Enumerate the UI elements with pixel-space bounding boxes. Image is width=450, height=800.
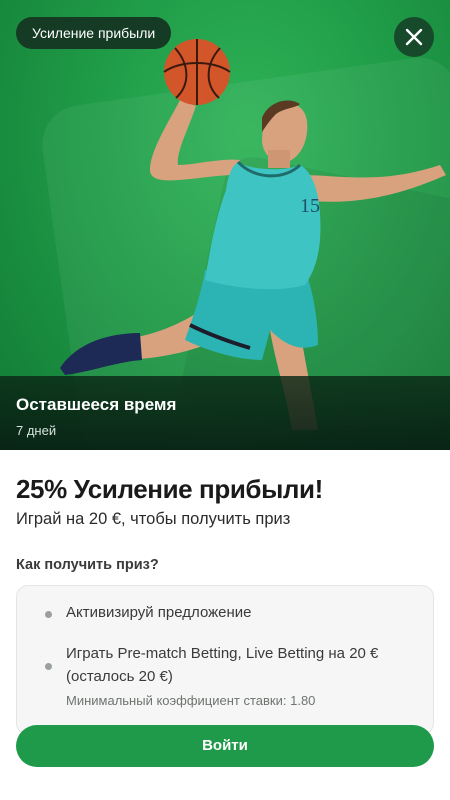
- hero-banner: 15 Усиление прибыли Оставшееся время 7 д…: [0, 0, 450, 450]
- close-button[interactable]: [394, 17, 434, 57]
- promo-subline: Играй на 20 €, чтобы получить приз: [16, 510, 291, 528]
- promo-headline: 25% Усиление прибыли!: [16, 474, 323, 504]
- login-button[interactable]: Войти: [16, 725, 434, 767]
- bullet-icon: [45, 611, 52, 618]
- step-text: Играть Pre-match Betting, Live Betting н…: [66, 645, 379, 662]
- close-icon: [405, 28, 423, 46]
- remaining-time-value: 7 дней: [16, 423, 57, 438]
- remaining-time-panel: Оставшееся время 7 дней: [0, 376, 450, 450]
- bullet-icon: [45, 663, 52, 670]
- jersey-number: 15: [300, 195, 320, 217]
- remaining-time-title: Оставшееся время: [16, 395, 177, 414]
- step-note: Минимальный коэффициент ставки: 1.80: [66, 693, 316, 708]
- steps-card: Активизируй предложение Играть Pre-match…: [16, 585, 434, 735]
- promo-type-badge: Усиление прибыли: [16, 17, 172, 49]
- how-to-title: Как получить приз?: [16, 557, 159, 573]
- step-text: Активизируй предложение: [66, 604, 252, 621]
- step-text-remaining: (осталось 20 €): [66, 668, 173, 685]
